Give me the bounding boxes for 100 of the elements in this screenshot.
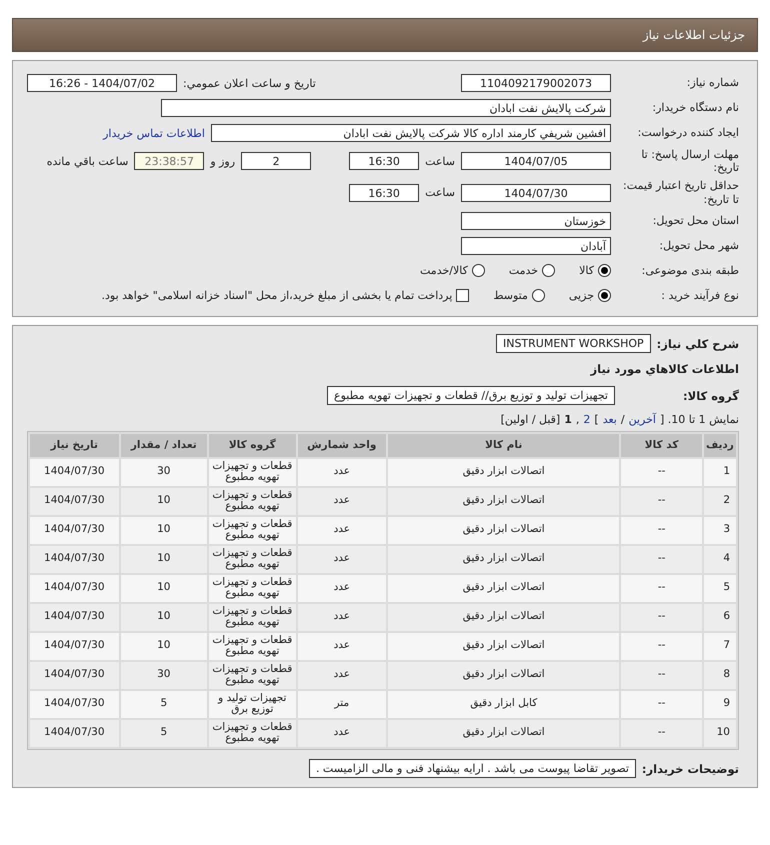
value-field: INSTRUMENT WORKSHOP — [496, 334, 651, 354]
value-field: افشين شريفي کارمند اداره کالا شرکت پالايش نفت ابادان — [211, 124, 611, 142]
table-cell: قطعات و تجهيزات تهويه مطبوع — [209, 458, 296, 486]
field-label: شماره نياز: — [686, 76, 739, 90]
contact-link[interactable]: اطلاعات تماس خريدار — [103, 126, 205, 140]
table-cell: 1404/07/30 — [30, 720, 119, 747]
field-label: استان محل تحويل: — [652, 214, 739, 228]
value-field: 1404/07/30 — [461, 184, 611, 202]
column-header: نام کالا — [388, 434, 620, 457]
table-cell: اتصالات ابزار دقيق — [388, 516, 620, 544]
value-field: 16:30 — [349, 184, 420, 202]
option-label: جزیی — [568, 289, 594, 302]
value-field: آبادان — [461, 236, 611, 255]
table-cell: عدد — [298, 662, 386, 689]
table-cell: اتصالات ابزار دقيق — [388, 546, 620, 573]
radio-button[interactable] — [598, 289, 611, 302]
table-cell: عدد — [298, 546, 386, 573]
table-cell: اتصالات ابزار دقيق — [388, 662, 620, 689]
value-field: 1404/07/02 - 16:26 — [27, 74, 177, 92]
table-cell: قطعات و تجهيزات تهويه مطبوع — [209, 488, 296, 515]
table-cell: 30 — [120, 458, 208, 486]
pagination-text: نمایش 1 تا 10. [ — [660, 412, 739, 426]
pagination-text: , — [576, 412, 580, 426]
value-field: تجهیزات تولید و توزیع برق// قطعات و تجهیزات تهویه مطبوع — [327, 386, 615, 406]
field-label: روز و — [210, 154, 236, 168]
table-cell: قطعات و تجهيزات تهويه مطبوع — [209, 720, 296, 747]
table-cell: 9 — [704, 690, 736, 718]
table-cell: -- — [621, 458, 702, 486]
table-cell: قطعات و تجهيزات تهويه مطبوع — [209, 574, 296, 602]
table-cell: 5 — [120, 690, 208, 718]
field-label: ايجاد کننده درخواست: — [636, 126, 739, 140]
table-cell: اتصالات ابزار دقيق — [388, 632, 620, 660]
table-cell: 7 — [704, 632, 736, 660]
value-field: شرکت پالايش نفت ابادان — [161, 99, 611, 117]
radio-button[interactable] — [532, 289, 545, 302]
table-cell: عدد — [298, 604, 386, 631]
table-cell: 5 — [120, 720, 208, 747]
table-cell: 10 — [120, 632, 208, 660]
table-cell: اتصالات ابزار دقيق — [388, 720, 620, 747]
field-label: شهر محل تحويل: — [658, 239, 739, 252]
table-cell: 1404/07/30 — [30, 604, 119, 631]
table-cell: 2 — [704, 488, 736, 515]
table-cell: 1404/07/30 — [30, 516, 119, 544]
radio-button[interactable] — [472, 264, 485, 278]
table-cell: قطعات و تجهيزات تهويه مطبوع — [209, 662, 296, 689]
table-cell: 5 — [704, 574, 736, 602]
current-page: 1 — [564, 412, 572, 426]
table-cell: 1404/07/30 — [30, 488, 119, 515]
option-label: کالا/خدمت — [420, 264, 468, 278]
table-cell: -- — [621, 662, 702, 689]
pagination-link[interactable]: بعد — [602, 412, 617, 426]
field-label: تاريخ و ساعت اعلان عمومي: — [183, 76, 316, 90]
checkbox-label: پرداخت تمام یا بخشی از مبلغ خرید،از محل "اسناد خزانه اسلامی" خواهد بود. — [102, 289, 452, 302]
column-header: گروه کالا — [209, 434, 296, 457]
table-cell: عدد — [298, 488, 386, 515]
table-cell: 1404/07/30 — [30, 546, 119, 573]
checkbox[interactable] — [456, 289, 470, 302]
table-cell: اتصالات ابزار دقيق — [388, 574, 620, 602]
table-cell: 10 — [120, 488, 208, 515]
table-cell: -- — [621, 546, 702, 573]
page-title: جزئيات اطلاعات نياز — [642, 28, 745, 42]
table-cell: عدد — [298, 632, 386, 660]
table-cell: عدد — [298, 720, 386, 747]
value-field: 1104092179002073 — [461, 74, 611, 92]
table-cell: 1404/07/30 — [30, 632, 119, 660]
field-label: مهلت ارسال پاسخ: تا تاريخ: — [640, 148, 739, 174]
table-cell: -- — [621, 516, 702, 544]
table-cell: -- — [621, 488, 702, 515]
field-label: ساعت — [425, 186, 455, 200]
column-header: واحد شمارش — [298, 434, 386, 457]
table-cell: قطعات و تجهيزات تهويه مطبوع — [209, 632, 296, 660]
radio-button[interactable] — [598, 264, 611, 278]
table-cell: تجهيزات توليد و توزيع برق — [209, 690, 296, 718]
table-cell: اتصالات ابزار دقيق — [388, 604, 620, 631]
field-label: طبقه بندی موضوعی: — [640, 264, 739, 278]
field-label: توضيحات خريدار: — [642, 762, 739, 776]
field-label: حداقل تاريخ اعتبار قيمت: تا تاريخ: — [622, 179, 739, 206]
column-header: کد کالا — [621, 434, 702, 457]
column-header: رديف — [704, 434, 736, 457]
table-cell: 10 — [120, 574, 208, 602]
table-cell: عدد — [298, 574, 386, 602]
table-cell: قطعات و تجهيزات تهويه مطبوع — [209, 604, 296, 631]
table-cell: -- — [621, 574, 702, 602]
value-field: 1404/07/05 — [461, 152, 611, 170]
value-field: 16:30 — [349, 152, 420, 170]
value-field: خوزستان — [461, 212, 611, 230]
table-cell: 6 — [704, 604, 736, 631]
column-header: تعداد / مقدار — [120, 434, 208, 457]
table-cell: متر — [298, 690, 386, 718]
table-cell: 3 — [704, 516, 736, 544]
pagination-link[interactable]: آخرين — [628, 412, 656, 426]
pagination-link[interactable]: 2 — [583, 412, 590, 426]
table-cell: 4 — [704, 546, 736, 573]
table-cell: 1404/07/30 — [30, 690, 119, 718]
option-label: خدمت — [508, 264, 538, 278]
table-cell: 30 — [120, 662, 208, 689]
option-label: متوسط — [493, 289, 528, 302]
radio-button[interactable] — [542, 264, 556, 278]
pagination-text: / — [620, 412, 625, 426]
table-cell: -- — [621, 604, 702, 631]
